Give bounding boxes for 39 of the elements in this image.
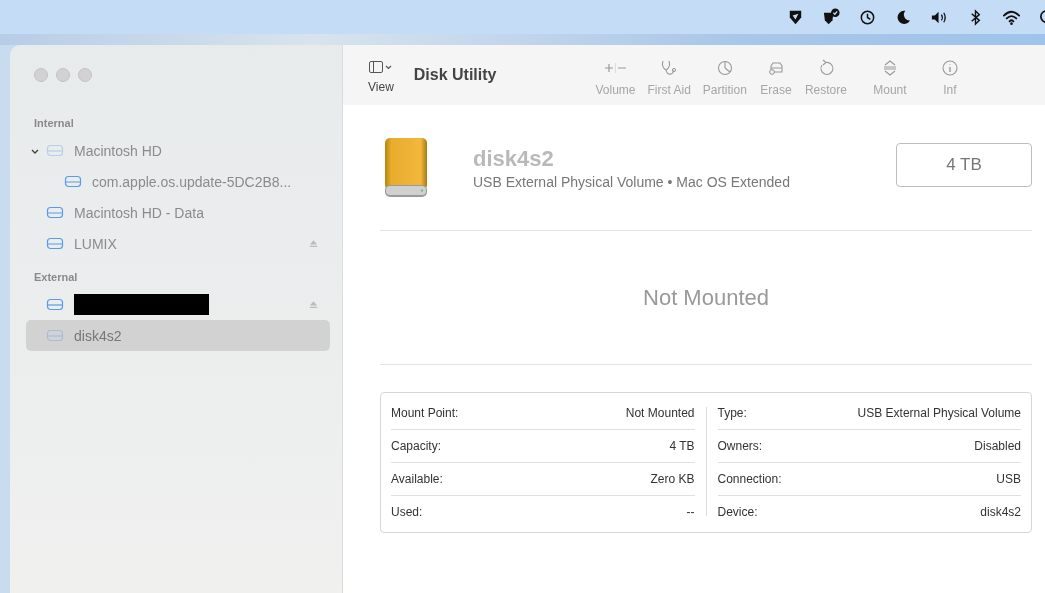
external-drive-icon <box>384 136 428 199</box>
field-value: 4 TB <box>669 439 695 453</box>
volume-description: USB External Physical Volume • Mac OS Extended <box>473 173 791 190</box>
field-label: Owners: <box>717 439 763 453</box>
sidebar-item[interactable]: LUMIX <box>26 228 330 259</box>
drive-icon <box>46 204 64 221</box>
view-button[interactable]: View <box>368 58 394 94</box>
section-header: Internal <box>33 116 75 131</box>
sidebar-item[interactable]: disk4s2 <box>26 320 330 351</box>
sidebar-icon <box>368 58 393 76</box>
field-value: Disabled <box>974 439 1021 453</box>
info-icon <box>939 58 960 78</box>
field-value: disk4s2 <box>980 505 1021 519</box>
drive-icon <box>46 142 64 159</box>
field-label: Connection: <box>717 472 782 486</box>
drive-icon <box>46 235 64 252</box>
field-label: Device: <box>717 505 758 519</box>
sidebar-item[interactable]: Macintosh HD - Data <box>26 197 330 228</box>
window-title: Disk Utility <box>413 66 497 84</box>
field-label: Used: <box>391 505 423 519</box>
drive-icon <box>46 296 64 313</box>
field-value: Not Mounted <box>625 406 695 420</box>
capacity-box: 4 TB <box>896 142 1032 187</box>
field-value: Zero KB <box>650 472 695 486</box>
field-label: Available: <box>391 472 443 486</box>
field-value: -- <box>686 505 695 519</box>
mount-status: Not Mounted <box>643 284 769 311</box>
field-label: Type: <box>717 406 747 420</box>
field-value: USB External Physical Volume <box>857 406 1021 420</box>
sidebar-item[interactable]: com.apple.os.update-5DC2B8... <box>26 166 330 197</box>
volume-name: disk4s2 <box>473 145 555 172</box>
field-label: Mount Point: <box>391 406 459 420</box>
sidebar-item[interactable]: Macintosh HD <box>26 135 330 166</box>
field-label: Capacity: <box>391 439 442 453</box>
drive-icon <box>46 327 64 344</box>
shield-check-icon[interactable] <box>822 7 841 27</box>
section-header: External <box>33 270 79 285</box>
field-value: USB <box>996 472 1021 486</box>
drive-icon <box>64 173 82 190</box>
